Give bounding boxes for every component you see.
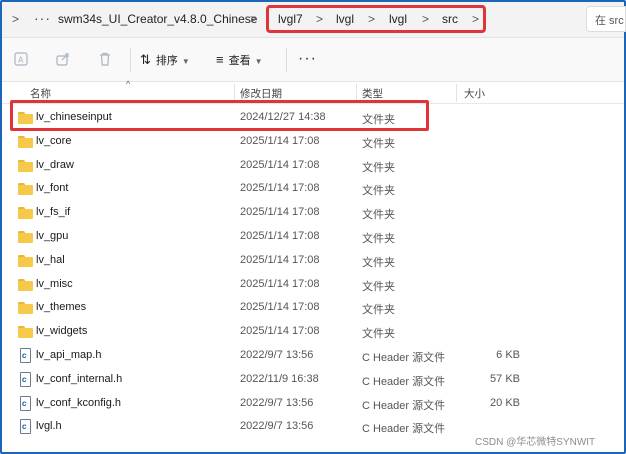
chevron-right-icon[interactable]: > [250,12,257,26]
folder-icon [18,278,33,291]
column-modified[interactable]: 修改日期 [240,86,282,101]
file-name: lv_conf_kconfig.h [36,396,121,409]
file-name: lv_font [36,182,69,195]
toolbar-divider [286,48,287,72]
file-name: lv_misc [36,277,73,290]
sort-button[interactable]: ⇅ 排序 ▼ [140,50,190,72]
file-row[interactable]: lv_widgets 2025/1/14 17:08 文件夹 [2,320,624,344]
file-date: 2025/1/14 17:08 [240,206,320,219]
file-row[interactable]: lv_misc 2025/1/14 17:08 文件夹 [2,273,624,297]
file-type: 文件夹 [362,161,395,174]
breadcrumb-overflow-button[interactable]: ··· [34,10,51,26]
file-date: 2025/1/14 17:08 [240,301,320,314]
file-date: 2025/1/14 17:08 [240,158,320,171]
file-type: 文件夹 [362,280,395,293]
file-size: 57 KB [490,372,520,385]
file-size: 6 KB [496,349,520,361]
svg-text:A: A [18,56,24,65]
file-name: lv_hal [36,253,65,266]
address-highlight-box [266,5,486,33]
file-type: 文件夹 [362,137,395,150]
file-type: C Header 源文件 [362,352,446,364]
file-row[interactable]: lv_themes 2025/1/14 17:08 文件夹 [2,296,624,320]
share-icon[interactable] [54,51,72,69]
file-row[interactable]: lv_draw 2025/1/14 17:08 文件夹 [2,154,624,178]
sort-icon: ⇅ [140,52,151,67]
file-row[interactable]: lv_core 2025/1/14 17:08 文件夹 [2,130,624,154]
search-input[interactable]: 在 src [586,6,626,32]
file-type: C Header 源文件 [362,375,446,388]
column-size[interactable]: 大小 [464,86,485,101]
file-type: 文件夹 [362,256,395,269]
file-name: lv_conf_internal.h [36,372,123,385]
c-header-file-icon: c [20,371,31,387]
breadcrumb-item[interactable]: swm34s_UI_Creator_v4.8.0_Chinese [58,12,257,26]
view-button[interactable]: ≡ 查看 ▼ [216,50,263,72]
file-type: 文件夹 [362,209,395,222]
folder-icon [18,254,33,267]
sort-label: 排序 [155,55,178,67]
file-name: lv_fs_if [36,206,71,219]
file-row[interactable]: c lv_api_map.h 2022/9/7 13:56 C Header 源文件 6… [2,344,624,368]
file-date: 2025/1/14 17:08 [240,277,320,290]
folder-icon [18,231,33,243]
file-date: 2022/9/7 13:56 [240,349,314,361]
file-type: 文件夹 [362,185,395,198]
delete-icon[interactable] [96,51,114,69]
chevron-down-icon: ▼ [181,57,190,66]
file-name: lv_themes [36,301,87,314]
file-date: 2022/9/7 13:56 [240,396,314,409]
file-date: 2025/1/14 17:08 [240,253,320,266]
file-row[interactable]: c lv_conf_internal.h 2022/11/9 16:38 C Head… [2,368,624,392]
file-row[interactable]: lv_gpu 2025/1/14 17:08 文件夹 [2,225,624,249]
command-bar: A ⇅ 排序 ▼ ≡ 查看 ▼ ··· [2,38,624,82]
file-row[interactable]: lv_fs_if 2025/1/14 17:08 文件夹 [2,201,624,225]
file-date: 2022/9/7 13:56 [240,420,314,433]
folder-icon [18,183,33,196]
sort-caret-icon: ^ [126,79,131,89]
file-name: lv_core [36,134,72,147]
view-icon: ≡ [216,52,224,67]
file-date: 2025/1/14 17:08 [240,230,320,242]
file-type: 文件夹 [362,233,395,245]
file-size: 20 KB [490,396,520,409]
folder-icon [18,135,33,148]
folder-icon [18,159,33,172]
c-header-file-icon: c [20,419,31,435]
file-type: 文件夹 [362,304,395,317]
more-options-button[interactable]: ··· [298,50,317,68]
file-name: lv_draw [36,158,74,171]
row-highlight-box [10,100,429,131]
watermark: CSDN @华芯微特SYNWIT [475,437,596,448]
column-name[interactable]: 名称 [30,86,51,101]
file-date: 2025/1/14 17:08 [240,134,320,147]
column-type[interactable]: 类型 [362,86,383,101]
toolbar-divider [130,48,131,72]
folder-icon [18,302,33,315]
file-type: C Header 源文件 [362,423,446,436]
file-date: 2025/1/14 17:08 [240,325,320,338]
file-row[interactable]: c lv_conf_kconfig.h 2022/9/7 13:56 C Header… [2,392,624,416]
chevron-right-icon[interactable]: > [12,12,19,26]
file-name: lv_gpu [36,230,69,242]
search-placeholder: 在 src [595,15,624,27]
file-type: 文件夹 [362,328,395,341]
chevron-down-icon: ▼ [254,57,263,66]
folder-icon [18,326,33,339]
file-row[interactable]: lv_hal 2025/1/14 17:08 文件夹 [2,249,624,273]
file-row[interactable]: lv_font 2025/1/14 17:08 文件夹 [2,177,624,201]
file-type: C Header 源文件 [362,399,446,412]
file-name: lvgl.h [36,420,62,433]
file-name: lv_api_map.h [36,349,102,361]
file-name: lv_widgets [36,325,88,338]
c-header-file-icon: c [20,348,31,363]
c-header-file-icon: c [20,395,31,411]
column-divider[interactable] [456,84,457,102]
view-label: 查看 [228,55,251,67]
rename-icon[interactable]: A [12,51,30,69]
file-date: 2022/11/9 16:38 [240,372,319,385]
folder-icon [18,207,33,220]
file-date: 2025/1/14 17:08 [240,182,320,195]
